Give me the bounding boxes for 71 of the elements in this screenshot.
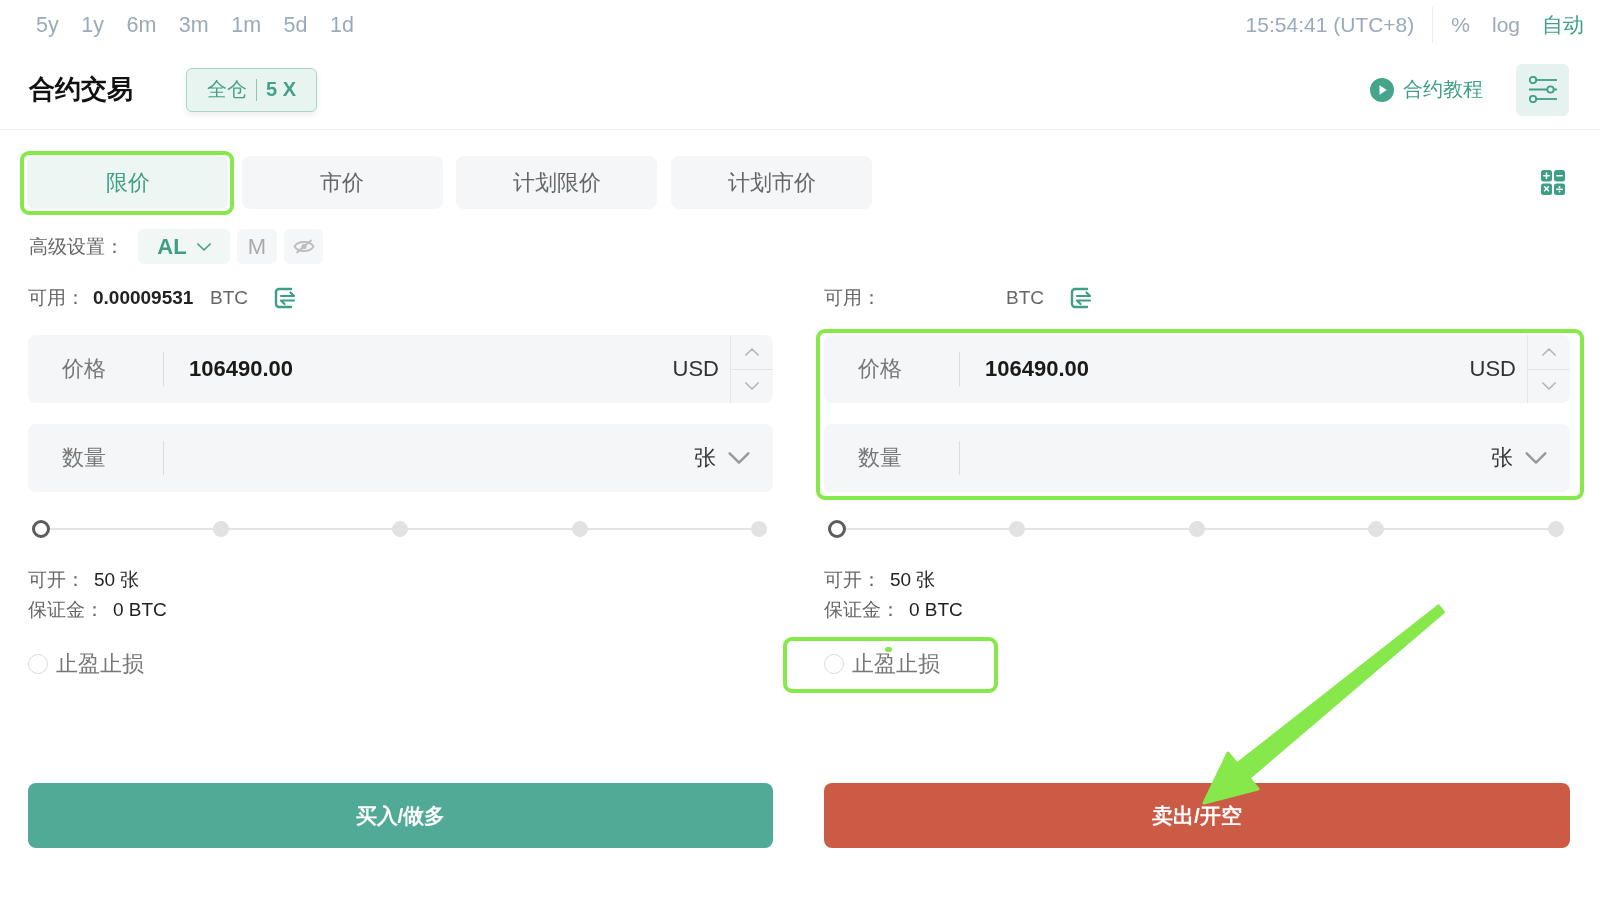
timeframe-button[interactable]: 3m — [178, 12, 209, 38]
chevron-down-icon — [1542, 382, 1556, 391]
visibility-button[interactable] — [284, 229, 323, 264]
timeframe-button[interactable]: 5d — [283, 12, 308, 38]
play-icon[interactable] — [1370, 77, 1394, 102]
eye-slash-icon — [292, 239, 315, 254]
available-label: 可用： — [28, 286, 85, 310]
chevron-down-icon — [728, 452, 750, 464]
available-unit: BTC — [1006, 287, 1044, 309]
settings-button[interactable] — [1516, 63, 1569, 116]
unit-label: USD — [1469, 356, 1516, 382]
slider-thumb[interactable] — [828, 520, 846, 538]
transfer-icon[interactable] — [1069, 286, 1093, 310]
quantity-field[interactable]: 数量 张 — [824, 424, 1570, 492]
timeframe-button[interactable]: 6m — [126, 12, 157, 38]
scale-option[interactable]: log — [1491, 13, 1520, 37]
max-open-value: 50 张 — [94, 568, 140, 592]
field-label: 价格 — [62, 355, 106, 383]
available-unit: BTC — [210, 287, 248, 309]
scale-option[interactable]: 自动 — [1542, 11, 1584, 39]
margin-value: 0 BTC — [909, 599, 963, 621]
field-label: 数量 — [62, 444, 106, 472]
unit-dropdown[interactable]: 张 — [1491, 443, 1547, 473]
field-value: 106490.00 — [189, 356, 293, 382]
tp-sl-label: 止盈止损 — [852, 650, 940, 678]
sliders-icon — [1527, 76, 1558, 103]
margin-leverage-button[interactable]: 全仓 5 X — [186, 67, 318, 112]
chevron-down-icon — [1525, 452, 1547, 464]
margin-value: 0 BTC — [113, 599, 167, 621]
chevron-up-icon — [1542, 347, 1556, 356]
order-type-tab[interactable]: 市价 — [241, 156, 443, 209]
tutorial-link[interactable]: 合约教程 — [1403, 76, 1483, 103]
scale-option[interactable]: % — [1451, 13, 1470, 37]
mode-button[interactable]: M — [237, 229, 277, 264]
quantity-field[interactable]: 数量 张 — [28, 424, 773, 492]
tp-sl-checkbox[interactable] — [824, 654, 844, 674]
timeframe-button[interactable]: 5y — [36, 12, 59, 38]
chevron-down-icon — [745, 382, 759, 391]
buy-button[interactable]: 买入/做多 — [28, 783, 773, 848]
timeframe-button[interactable]: 1m — [231, 12, 262, 38]
available-value: 0.00009531 — [93, 287, 195, 309]
mode-dropdown[interactable]: AL — [138, 229, 230, 264]
chevron-down-icon — [196, 242, 211, 251]
order-type-tab[interactable]: 限价 — [27, 156, 228, 209]
calculator-icon[interactable] — [1541, 170, 1565, 195]
max-open-label: 可开： — [824, 568, 881, 592]
unit-dropdown[interactable]: 张 — [694, 443, 750, 473]
tp-sl-checkbox[interactable] — [28, 654, 48, 674]
price-field[interactable]: 价格 106490.00 USD — [28, 335, 773, 403]
margin-label: 保证金： — [824, 598, 900, 622]
clock-text: 15:54:41 (UTC+8) — [1245, 13, 1415, 37]
tp-sl-label: 止盈止损 — [56, 650, 144, 678]
chevron-up-icon — [745, 347, 759, 356]
unit-label: USD — [672, 356, 719, 382]
timeframe-button[interactable]: 1d — [330, 12, 354, 38]
field-label: 数量 — [858, 444, 902, 472]
sell-button[interactable]: 卖出/开空 — [824, 783, 1570, 848]
page-title: 合约交易 — [29, 73, 133, 106]
max-open-value: 50 张 — [890, 568, 936, 592]
slider-thumb[interactable] — [32, 520, 50, 538]
max-open-label: 可开： — [28, 568, 85, 592]
advanced-settings-label: 高级设置： — [29, 234, 124, 259]
order-type-tab[interactable]: 计划限价 — [456, 156, 658, 209]
timeframe-button[interactable]: 1y — [81, 12, 104, 38]
margin-label: 保证金： — [28, 598, 104, 622]
transfer-icon[interactable] — [273, 286, 297, 310]
price-field[interactable]: 价格 106490.00 USD — [824, 335, 1570, 403]
field-value: 106490.00 — [985, 356, 1089, 382]
order-type-tab[interactable]: 计划市价 — [671, 156, 873, 209]
available-label: 可用： — [824, 286, 881, 310]
field-label: 价格 — [858, 355, 902, 383]
